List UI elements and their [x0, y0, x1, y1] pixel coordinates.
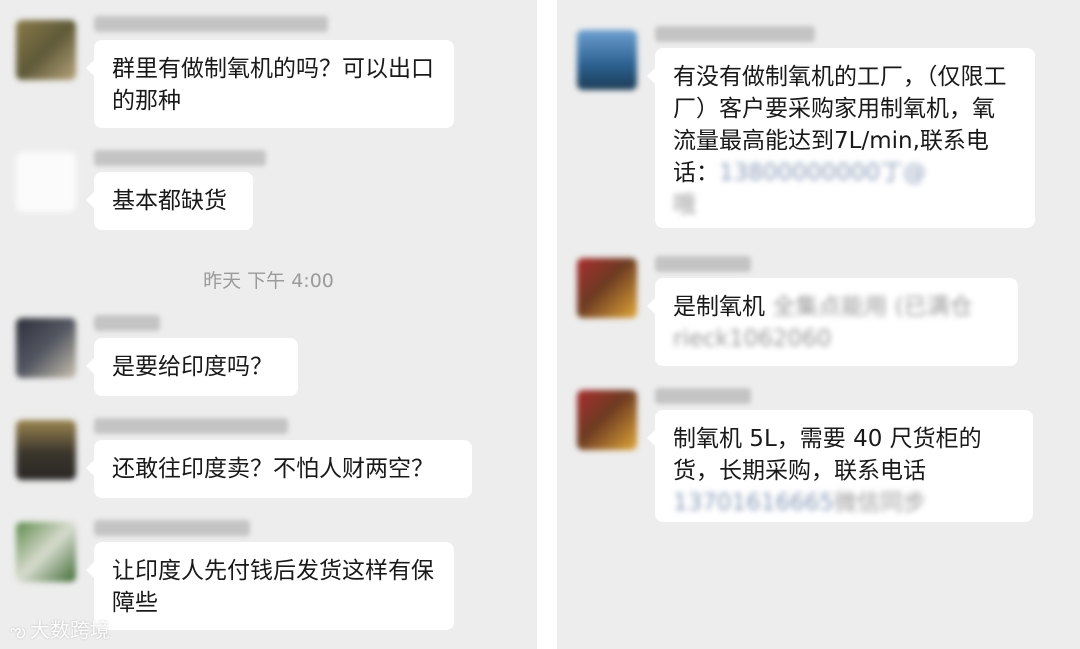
message-bubble[interactable]: 还敢往印度卖？不怕人财两空？ — [86, 440, 472, 498]
chat-panel-right: 有没有做制氧机的工厂，（仅限工厂）客户要采购家用制氧机，氧流量最高能达到7L/m… — [557, 0, 1080, 649]
redacted-text: rieck1062060 — [673, 326, 832, 352]
redacted-phone: 13701616665 — [673, 490, 834, 516]
message-text: 基本都缺货 — [112, 188, 227, 214]
message-text: 制氧机 5L，需要 40 尺货柜的货，长期采购，联系电话 — [673, 426, 982, 484]
message-bubble[interactable]: 群里有做制氧机的吗？可以出口的那种 — [86, 40, 454, 128]
avatar[interactable] — [16, 152, 76, 212]
redacted-text: 全集点能用 (已满仓 — [765, 294, 973, 320]
message-bubble[interactable]: 制氧机 5L，需要 40 尺货柜的货，长期采购，联系电话 13701616665微… — [647, 410, 1033, 522]
avatar[interactable] — [16, 20, 76, 80]
sender-name — [655, 256, 751, 272]
chat-panel-left: 群里有做制氧机的吗？可以出口的那种 基本都缺货 昨天 下午 4:00 是要给印度… — [0, 0, 537, 649]
message-text: 让印度人先付钱后发货这样有保障些 — [112, 558, 434, 616]
redacted-text: 哦 — [673, 192, 696, 218]
message-text: 还敢往印度卖？不怕人财两空？ — [112, 456, 434, 482]
message-bubble[interactable]: 是制氧机 全集点能用 (已满仓 rieck1062060 — [647, 278, 1018, 366]
sender-name — [94, 16, 328, 32]
sender-name — [94, 418, 288, 434]
watermark: ఌ 大数跨境 — [10, 614, 110, 646]
timestamp: 昨天 下午 4:00 — [203, 270, 334, 292]
avatar[interactable] — [577, 390, 637, 450]
sender-name — [655, 388, 751, 404]
redacted-text: 微信同步 — [833, 490, 926, 516]
avatar[interactable] — [577, 30, 637, 90]
sender-name — [94, 520, 250, 536]
sender-name — [655, 26, 815, 42]
redacted-phone: 13800000000丁@ — [719, 160, 926, 186]
sender-name — [94, 315, 160, 331]
watermark-text: 大数跨境 — [29, 618, 110, 642]
message-text: 群里有做制氧机的吗？可以出口的那种 — [112, 56, 434, 114]
message-bubble[interactable]: 让印度人先付钱后发货这样有保障些 — [86, 542, 454, 630]
avatar[interactable] — [16, 522, 76, 582]
message-text: 是制氧机 — [673, 294, 765, 320]
message-text: 是要给印度吗？ — [112, 354, 273, 380]
message-bubble[interactable]: 基本都缺货 — [86, 172, 253, 230]
avatar[interactable] — [16, 318, 76, 378]
logo-icon: ఌ — [10, 621, 26, 642]
sender-name — [94, 150, 266, 166]
message-bubble[interactable]: 是要给印度吗？ — [86, 338, 298, 396]
message-bubble[interactable]: 有没有做制氧机的工厂，（仅限工厂）客户要采购家用制氧机，氧流量最高能达到7L/m… — [647, 48, 1035, 228]
avatar[interactable] — [16, 420, 76, 480]
avatar[interactable] — [577, 258, 637, 318]
